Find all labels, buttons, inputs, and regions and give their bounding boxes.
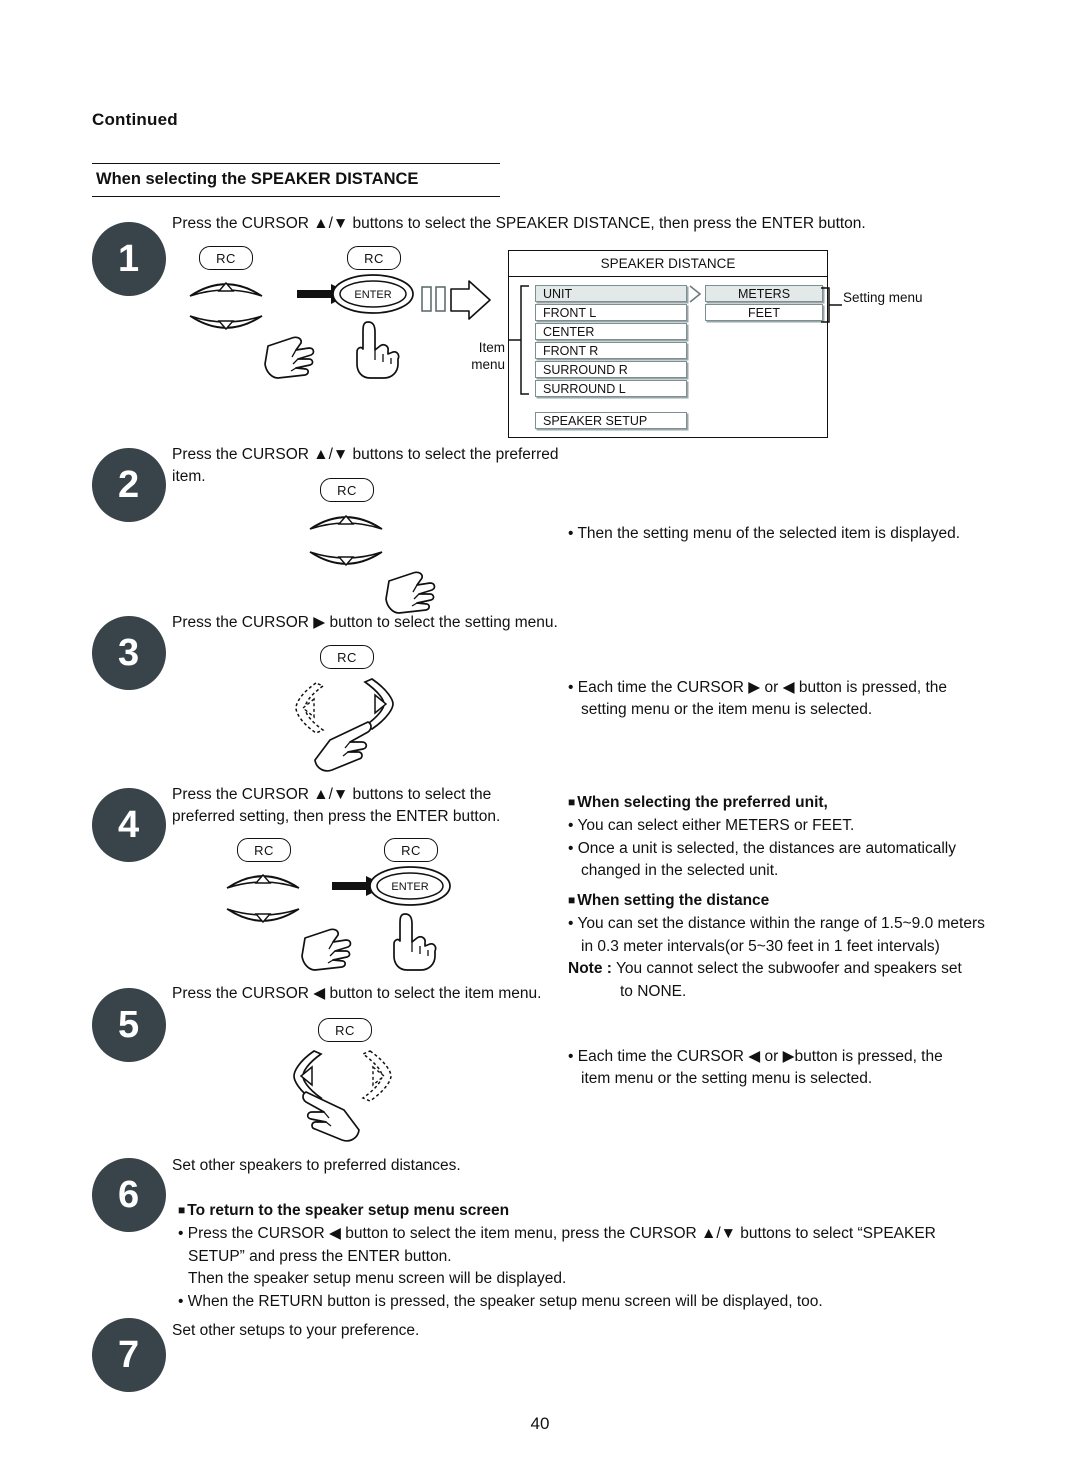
- cursor-down-button-step2[interactable]: [306, 548, 386, 578]
- cursor-right-button-step5[interactable]: [358, 1048, 398, 1104]
- return-to-setup-section: To return to the speaker setup menu scre…: [178, 1200, 1008, 1313]
- step-6-badge: 6: [80, 1146, 178, 1244]
- step-5-text: Press the CURSOR ◀ button to select the …: [172, 985, 542, 1002]
- rc-label-step2: RC: [320, 478, 374, 502]
- page-number: 40: [530, 1414, 550, 1433]
- osd-setting-meters[interactable]: METERS: [705, 285, 823, 302]
- step-7-text: Set other setups to your preference.: [172, 1322, 420, 1339]
- step-4-badge: 4: [80, 776, 178, 874]
- rc-label-step3: RC: [320, 645, 374, 669]
- cursor-up-button-step4[interactable]: [223, 862, 303, 892]
- cursor-down-button-step1[interactable]: [186, 312, 266, 342]
- rc-label-step1a: RC: [199, 246, 253, 270]
- setting-menu-label: Setting menu: [843, 290, 923, 305]
- note-preferred-unit: When selecting the preferred unit, • You…: [568, 792, 1008, 883]
- rc-label-step5: RC: [318, 1018, 372, 1042]
- osd-item-front-l[interactable]: FRONT L: [535, 304, 687, 321]
- osd-body: UNIT FRONT L CENTER FRONT R SURROUND R S…: [509, 277, 827, 437]
- cursor-down-button-step4[interactable]: [223, 905, 303, 935]
- step-6-text: Set other speakers to preferred distance…: [172, 1157, 461, 1174]
- note-unit-heading: When selecting the preferred unit,: [568, 792, 1008, 814]
- pointing-hand-icon-step2: [383, 565, 445, 617]
- chevron-right-icon: [687, 285, 703, 303]
- continued-label: Continued: [92, 110, 178, 129]
- rc-label-step4a: RC: [237, 838, 291, 862]
- enter-button-label: ENTER: [354, 289, 391, 301]
- note-after-step3: • Each time the CURSOR ▶ or ◀ button is …: [568, 679, 948, 719]
- enter-button-step1[interactable]: ENTER: [332, 272, 414, 316]
- setting-menu-bracket: [820, 286, 842, 326]
- step-2-text: Press the CURSOR ▲/▼ buttons to select t…: [172, 446, 559, 486]
- step-4-text: Press the CURSOR ▲/▼ buttons to select t…: [172, 786, 501, 826]
- rc-label-step1b: RC: [347, 246, 401, 270]
- svg-text:ENTER: ENTER: [391, 881, 428, 893]
- step-1-badge: 1: [80, 210, 178, 308]
- cursor-up-button-step2[interactable]: [306, 503, 386, 533]
- osd-item-surround-r[interactable]: SURROUND R: [535, 361, 687, 378]
- rc-label-step4b: RC: [384, 838, 438, 862]
- item-menu-bracket: [508, 285, 530, 395]
- osd-item-speaker-setup[interactable]: SPEAKER SETUP: [535, 412, 687, 429]
- osd-title: SPEAKER DISTANCE: [509, 251, 827, 277]
- note-after-step5: • Each time the CURSOR ◀ or ▶button is p…: [568, 1048, 943, 1088]
- step-7-badge: 7: [80, 1306, 178, 1404]
- osd-item-front-r[interactable]: FRONT R: [535, 342, 687, 359]
- manual-page: Continued When selecting the SPEAKER DIS…: [0, 0, 1080, 1479]
- item-menu-label: Item menu: [471, 340, 505, 372]
- step-5-badge: 5: [80, 976, 178, 1074]
- section-title: When selecting the SPEAKER DISTANCE: [92, 163, 500, 197]
- note-after-step2: • Then the setting menu of the selected …: [568, 525, 961, 542]
- osd-item-unit[interactable]: UNIT: [535, 285, 687, 302]
- pointing-hand-icon-step5: [300, 1086, 362, 1144]
- osd-speaker-distance-panel: SPEAKER DISTANCE UNIT FRONT L CENTER FRO…: [508, 250, 828, 438]
- step-3-text: Press the CURSOR ▶ button to select the …: [172, 614, 558, 631]
- step-3-badge: 3: [80, 604, 178, 702]
- step-1-text: Press the CURSOR ▲/▼ buttons to select t…: [172, 215, 866, 232]
- osd-setting-feet[interactable]: FEET: [705, 304, 823, 321]
- pointing-hand-icon-step1a: [262, 330, 324, 382]
- pointing-hand-icon-step3: [312, 718, 374, 776]
- pressing-hand-icon-step1: [350, 318, 406, 380]
- note-setting-distance: When setting the distance • You can set …: [568, 890, 1008, 1003]
- osd-item-center[interactable]: CENTER: [535, 323, 687, 340]
- step-2-badge: 2: [80, 436, 178, 534]
- enter-button-step4[interactable]: ENTER: [369, 864, 451, 908]
- cursor-up-button-step1[interactable]: [186, 270, 266, 300]
- note-distance-heading: When setting the distance: [568, 890, 1008, 912]
- pointing-hand-icon-step4: [299, 922, 361, 974]
- note-label: Note :: [568, 960, 612, 978]
- pressing-hand-icon-step4: [387, 910, 443, 972]
- return-section-heading: To return to the speaker setup menu scre…: [178, 1200, 1008, 1222]
- motion-arrow-icon: [420, 279, 516, 321]
- osd-item-surround-l[interactable]: SURROUND L: [535, 380, 687, 397]
